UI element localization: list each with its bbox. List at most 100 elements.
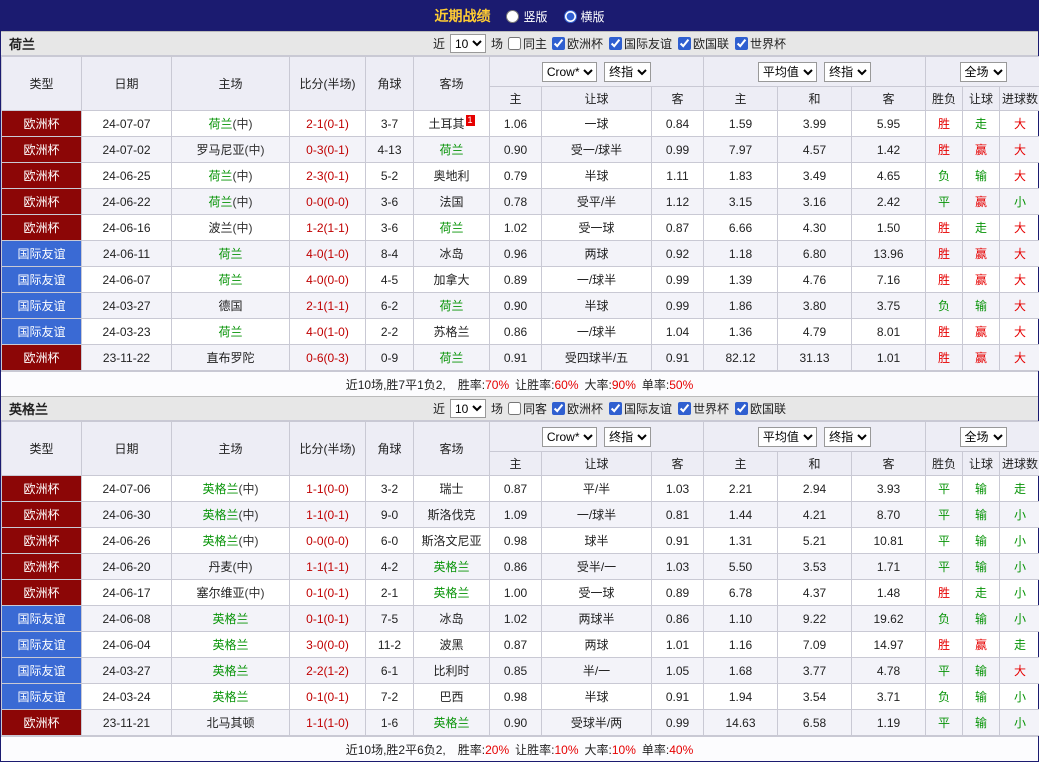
sub-away-odds: 客	[652, 452, 704, 476]
league-filter[interactable]: 欧国联	[678, 35, 729, 52]
avg-draw-odds: 31.13	[778, 345, 852, 371]
scope-select[interactable]: 全场	[960, 427, 1007, 447]
same-venue-checkbox[interactable]	[508, 37, 521, 50]
avg-home-odds: 1.44	[704, 502, 778, 528]
league-filter[interactable]: 欧洲杯	[552, 35, 603, 52]
away-team: 荷兰	[414, 137, 490, 163]
result-handicap: 走	[963, 111, 1000, 137]
recent-count-select[interactable]: 10	[450, 399, 486, 418]
league-filter[interactable]: 国际友谊	[609, 35, 672, 52]
league-filter[interactable]: 世界杯	[735, 35, 786, 52]
result-handicap: 走	[963, 215, 1000, 241]
result-goals: 走	[1000, 476, 1039, 502]
horizontal-layout-label: 横版	[581, 8, 605, 25]
avg-home-odds: 82.12	[704, 345, 778, 371]
corners: 7-5	[366, 606, 414, 632]
handicap-line: 受平/半	[542, 189, 652, 215]
result-wdl: 平	[926, 502, 963, 528]
same-venue-label: 同客	[523, 400, 547, 417]
avg-select-cell: 平均值 终指	[704, 422, 926, 452]
odds-time-select[interactable]: 终指	[604, 427, 651, 447]
league-checkbox[interactable]	[735, 402, 748, 415]
handicap-line: 半球	[542, 163, 652, 189]
league-checkbox[interactable]	[552, 402, 565, 415]
corners: 4-13	[366, 137, 414, 163]
handicap-line: 受球半/两	[542, 710, 652, 736]
summary-stats: 胜率:70%让胜率:60%大率:90%单率:50%	[458, 376, 694, 393]
league-filter[interactable]: 欧国联	[735, 400, 786, 417]
match-row: 欧洲杯24-06-25荷兰(中)2-3(0-1)5-2奥地利0.79半球1.11…	[2, 163, 1039, 189]
col-date: 日期	[82, 422, 172, 476]
league-type: 国际友谊	[2, 684, 82, 710]
league-type: 欧洲杯	[2, 163, 82, 189]
league-checkbox[interactable]	[678, 37, 691, 50]
league-label: 国际友谊	[624, 400, 672, 417]
same-venue-filter[interactable]: 同客	[508, 400, 547, 417]
home-team: 荷兰	[172, 319, 290, 345]
result-goals: 走	[1000, 632, 1039, 658]
handicap-line: 受半/一	[542, 554, 652, 580]
away-odds: 1.05	[652, 658, 704, 684]
match-row: 欧洲杯24-06-20丹麦(中)1-1(1-1)4-2英格兰0.86受半/一1.…	[2, 554, 1039, 580]
handicap-line: 受四球半/五	[542, 345, 652, 371]
league-type: 欧洲杯	[2, 528, 82, 554]
league-checkbox[interactable]	[678, 402, 691, 415]
home-odds: 0.90	[490, 710, 542, 736]
odds-time-select[interactable]: 终指	[604, 62, 651, 82]
home-odds: 0.79	[490, 163, 542, 189]
same-venue-checkbox[interactable]	[508, 402, 521, 415]
league-filter[interactable]: 世界杯	[678, 400, 729, 417]
match-row: 国际友谊24-06-11荷兰4-0(1-0)8-4冰岛0.96两球0.921.1…	[2, 241, 1039, 267]
match-row: 欧洲杯23-11-21北马其顿1-1(1-0)1-6英格兰0.90受球半/两0.…	[2, 710, 1039, 736]
layout-option-horizontal[interactable]: 横版	[564, 8, 605, 25]
avg-time-select[interactable]: 终指	[824, 62, 871, 82]
layout-option-vertical[interactable]: 竖版	[506, 8, 547, 25]
odds-company-select[interactable]: Crow*	[542, 427, 597, 447]
avg-home-odds: 6.66	[704, 215, 778, 241]
vertical-layout-radio[interactable]	[506, 10, 519, 23]
match-row: 欧洲杯24-06-30英格兰(中)1-1(0-1)9-0斯洛伐克1.09一/球半…	[2, 502, 1039, 528]
avg-type-select[interactable]: 平均值	[758, 427, 817, 447]
top-bar: 近期战绩 竖版 横版	[1, 1, 1038, 31]
col-home: 主场	[172, 57, 290, 111]
match-row: 国际友谊24-03-23荷兰4-0(1-0)2-2苏格兰0.86一/球半1.04…	[2, 319, 1039, 345]
avg-draw-odds: 4.76	[778, 267, 852, 293]
recent-count-select[interactable]: 10	[450, 34, 486, 53]
league-filter[interactable]: 国际友谊	[609, 400, 672, 417]
filter-bar: 近 10 场 同客 欧洲杯国际友谊世界杯欧国联	[181, 399, 1038, 418]
away-team: 加拿大	[414, 267, 490, 293]
home-odds: 0.98	[490, 684, 542, 710]
avg-time-select[interactable]: 终指	[824, 427, 871, 447]
away-team: 波黑	[414, 632, 490, 658]
odds-company-select[interactable]: Crow*	[542, 62, 597, 82]
result-handicap: 输	[963, 293, 1000, 319]
avg-away-odds: 4.65	[852, 163, 926, 189]
league-checkbox[interactable]	[552, 37, 565, 50]
scope-select[interactable]: 全场	[960, 62, 1007, 82]
league-type: 国际友谊	[2, 632, 82, 658]
league-checkbox[interactable]	[735, 37, 748, 50]
league-filter[interactable]: 欧洲杯	[552, 400, 603, 417]
avg-away-odds: 4.78	[852, 658, 926, 684]
match-score: 1-1(1-1)	[290, 554, 366, 580]
league-type: 欧洲杯	[2, 580, 82, 606]
away-team: 土耳其1	[414, 111, 490, 137]
match-date: 24-06-17	[82, 580, 172, 606]
league-checkbox[interactable]	[609, 402, 622, 415]
avg-away-odds: 1.01	[852, 345, 926, 371]
result-goals: 小	[1000, 554, 1039, 580]
away-team: 冰岛	[414, 241, 490, 267]
avg-type-select[interactable]: 平均值	[758, 62, 817, 82]
horizontal-layout-radio[interactable]	[564, 10, 577, 23]
league-checkbox[interactable]	[609, 37, 622, 50]
same-venue-filter[interactable]: 同主	[508, 35, 547, 52]
matches-body: 欧洲杯24-07-07荷兰(中)2-1(0-1)3-7土耳其11.06一球0.8…	[2, 111, 1039, 371]
match-score: 2-1(1-1)	[290, 293, 366, 319]
handicap-line: 受一球	[542, 580, 652, 606]
team-section-england: 英格兰 近 10 场 同客 欧洲杯国际友谊世界杯欧国联 类	[1, 396, 1038, 761]
match-score: 0-1(0-1)	[290, 684, 366, 710]
result-wdl: 平	[926, 189, 963, 215]
match-date: 24-07-02	[82, 137, 172, 163]
sub-avg-away: 客	[852, 452, 926, 476]
match-score: 3-0(0-0)	[290, 632, 366, 658]
